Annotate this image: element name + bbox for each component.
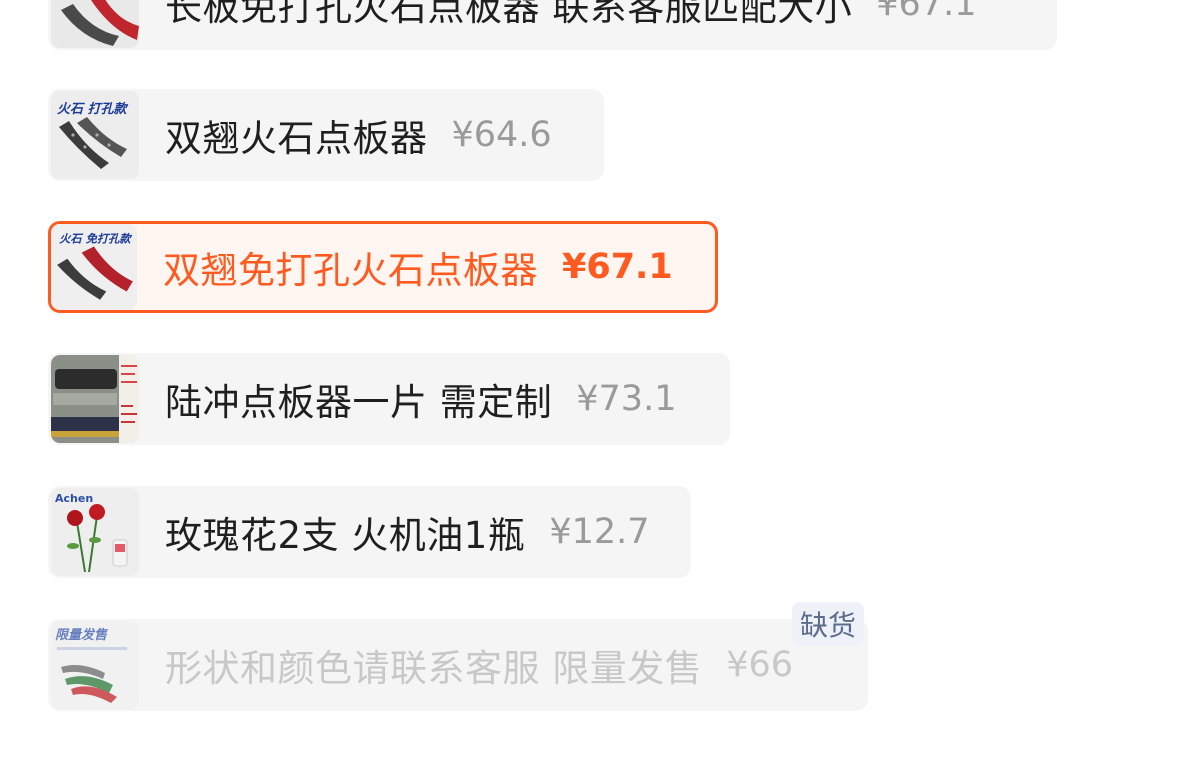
sku-option-surfskate-board[interactable]: 陆冲点板器一片 需定制 ¥73.1: [48, 353, 730, 445]
sku-label: 形状和颜色请联系客服 限量发售: [165, 647, 703, 690]
sku-thumbnail: 火石 免打孔款: [51, 224, 137, 310]
sku-thumbnail: 限量发售: [51, 621, 139, 709]
sku-thumbnail: [51, 355, 139, 443]
sku-thumbnail: [51, 0, 139, 48]
sku-price: ¥73.1: [576, 379, 677, 419]
sku-label: 双翘免打孔火石点板器: [163, 249, 538, 292]
thumb-caption: Achen: [55, 492, 93, 505]
board-image-icon: 火石 打孔款: [51, 91, 139, 179]
sku-label: 陆冲点板器一片 需定制: [165, 381, 553, 424]
thumb-caption: 火石 打孔款: [57, 101, 129, 117]
board-image-icon: 火石 免打孔款: [51, 224, 137, 310]
sku-price: ¥67.1: [876, 0, 977, 24]
sku-thumbnail: 火石 打孔款: [51, 91, 139, 179]
sku-thumbnail: Achen: [51, 488, 139, 576]
sku-option-double-kick-no-drill[interactable]: 火石 免打孔款 双翘免打孔火石点板器 ¥67.1: [48, 221, 718, 313]
thumb-caption: 限量发售: [55, 627, 109, 643]
sku-option-roses-lighter-oil[interactable]: Achen 玫瑰花2支 火机油1瓶 ¥12.7: [48, 486, 691, 578]
sku-price: ¥66: [726, 645, 794, 685]
sku-label: 玫瑰花2支 火机油1瓶: [165, 514, 526, 557]
sku-option-double-kick-drilled[interactable]: 火石 打孔款 双翘火石点板器 ¥64.6: [48, 89, 604, 181]
sku-price: ¥12.7: [549, 512, 650, 552]
thumb-caption: 火石 免打孔款: [59, 232, 132, 245]
sku-option-long-board[interactable]: 长板免打孔火石点板器 联系客服匹配大小 ¥67.1: [48, 0, 1057, 50]
sku-option-limited-edition[interactable]: 限量发售 形状和颜色请联系客服 限量发售 ¥66 缺货: [48, 602, 868, 711]
board-photo-icon: [51, 355, 139, 443]
sku-label: 双翘火石点板器: [165, 117, 428, 160]
out-of-stock-badge: 缺货: [791, 602, 864, 646]
board-image-icon: [51, 0, 139, 48]
sku-price: ¥64.6: [451, 115, 552, 155]
rose-photo-icon: Achen: [51, 488, 139, 576]
sku-price: ¥67.1: [562, 247, 673, 287]
sku-label: 长板免打孔火石点板器 联系客服匹配大小: [165, 0, 853, 29]
board-image-icon: 限量发售: [51, 621, 139, 709]
